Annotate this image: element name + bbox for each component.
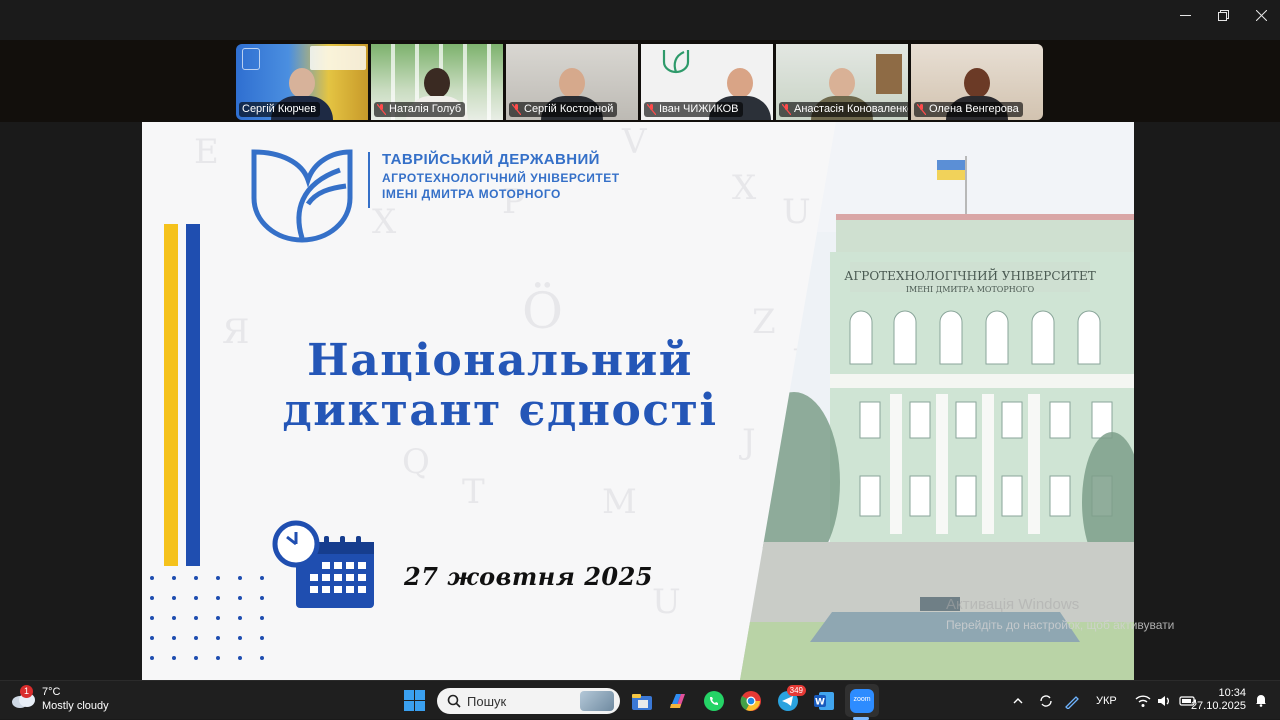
weather-description: Mostly cloudy bbox=[42, 700, 109, 712]
zoom-icon[interactable]: zoom bbox=[850, 689, 874, 713]
pen-icon[interactable] bbox=[1064, 693, 1082, 709]
restore-icon bbox=[1217, 9, 1229, 21]
participant-tile[interactable]: Іван ЧИЖИКОВ bbox=[641, 44, 773, 120]
notification-bell-icon[interactable] bbox=[1254, 693, 1268, 707]
windows-start-icon[interactable] bbox=[404, 690, 425, 711]
participant-name: Іван ЧИЖИКОВ bbox=[644, 102, 743, 117]
sync-icon[interactable] bbox=[1038, 693, 1054, 709]
minimize-button[interactable] bbox=[1166, 0, 1204, 30]
copilot-icon[interactable] bbox=[666, 689, 690, 713]
taskbar-search[interactable]: Пошук bbox=[437, 688, 620, 714]
mic-muted-icon bbox=[917, 104, 926, 115]
maximize-button[interactable] bbox=[1204, 0, 1242, 30]
minimize-icon bbox=[1179, 14, 1191, 16]
window-controls bbox=[1166, 0, 1280, 32]
window-titlebar bbox=[0, 0, 1280, 40]
participant-name: Сергій Кюрчев bbox=[239, 102, 321, 117]
participant-tile[interactable]: Сергій Косторной bbox=[506, 44, 638, 120]
university-name: ТАВРІЙСЬКИЙ ДЕРЖАВНИЙ АГРОТЕХНОЛОГІЧНИЙ … bbox=[382, 151, 620, 201]
participant-tile[interactable]: Наталія Голуб bbox=[371, 44, 503, 120]
search-placeholder: Пошук bbox=[467, 693, 507, 709]
participant-name: Сергій Косторной bbox=[509, 102, 618, 117]
mic-muted-icon bbox=[782, 104, 791, 115]
mic-muted-icon bbox=[377, 104, 386, 115]
activation-watermark-text: Перейдіть до настройок, щоб активувати bbox=[946, 618, 1175, 632]
system-clock[interactable]: 10:34 27.10.2025 bbox=[1191, 687, 1246, 713]
file-explorer-icon[interactable] bbox=[630, 689, 654, 713]
search-icon bbox=[447, 694, 461, 708]
calendar-clock-icon bbox=[272, 520, 374, 608]
participant-name: Олена Венгерова bbox=[914, 102, 1023, 117]
weather-temperature: 7°C bbox=[42, 686, 61, 698]
emblem-icon bbox=[242, 48, 260, 70]
slide-title: Національний диктант єдності bbox=[282, 335, 718, 436]
flag-stripe-yellow bbox=[164, 224, 178, 566]
zoom-icon-label: zoom bbox=[853, 696, 871, 703]
svg-text:W: W bbox=[815, 698, 825, 708]
close-icon bbox=[1255, 9, 1267, 21]
telegram-icon[interactable]: 349 bbox=[776, 685, 806, 713]
participant-tile[interactable]: Олена Венгерова bbox=[911, 44, 1043, 120]
telegram-badge: 349 bbox=[786, 685, 806, 696]
wifi-icon[interactable] bbox=[1135, 694, 1151, 708]
decorative-dots bbox=[150, 576, 264, 660]
whatsapp-icon[interactable] bbox=[702, 689, 726, 713]
chevron-up-icon[interactable] bbox=[1012, 695, 1024, 707]
shelf bbox=[876, 54, 902, 94]
activation-watermark-title: Активація Windows bbox=[946, 596, 1080, 613]
mic-muted-icon bbox=[512, 104, 521, 115]
logo-divider bbox=[368, 152, 370, 208]
word-icon[interactable]: W bbox=[812, 689, 836, 713]
taskbar: 1 7°C Mostly cloudy Пошук 349 W zoom УКР… bbox=[0, 680, 1280, 720]
volume-icon[interactable] bbox=[1157, 694, 1173, 708]
participant-name: Анастасія Коноваленко bbox=[779, 102, 908, 117]
participant-name: Наталія Голуб bbox=[374, 102, 466, 117]
cloud-icon: 1 bbox=[10, 685, 36, 710]
university-logo-icon bbox=[662, 50, 690, 74]
close-button[interactable] bbox=[1242, 0, 1280, 30]
weather-badge: 1 bbox=[20, 685, 33, 698]
participant-tile[interactable]: Сергій Кюрчев bbox=[236, 44, 368, 120]
building-sign: АГРОТЕХНОЛОГІЧНИЙ УНІВЕРСИТЕТ bbox=[844, 267, 1096, 283]
search-highlight-image bbox=[580, 691, 614, 711]
building-sign-subtitle: ІМЕНІ ДМИТРА МОТОРНОГО bbox=[906, 285, 1035, 294]
system-tray: УКР bbox=[1012, 681, 1197, 720]
participant-tile[interactable]: Анастасія Коноваленко bbox=[776, 44, 908, 120]
flag-stripe-blue bbox=[186, 224, 200, 566]
event-date: 27 жовтня 2025 bbox=[404, 562, 654, 591]
mic-muted-icon bbox=[647, 104, 656, 115]
clock-date: 27.10.2025 bbox=[1190, 700, 1246, 712]
university-logo-icon bbox=[251, 149, 353, 243]
clock-time: 10:34 bbox=[1218, 687, 1246, 699]
participant-gallery: Сергій Кюрчев Наталія Голуб Сергій Косто… bbox=[0, 40, 1280, 122]
chrome-icon[interactable] bbox=[739, 689, 763, 713]
language-indicator[interactable]: УКР bbox=[1096, 695, 1117, 707]
weather-widget[interactable]: 1 7°C Mostly cloudy bbox=[10, 685, 109, 713]
